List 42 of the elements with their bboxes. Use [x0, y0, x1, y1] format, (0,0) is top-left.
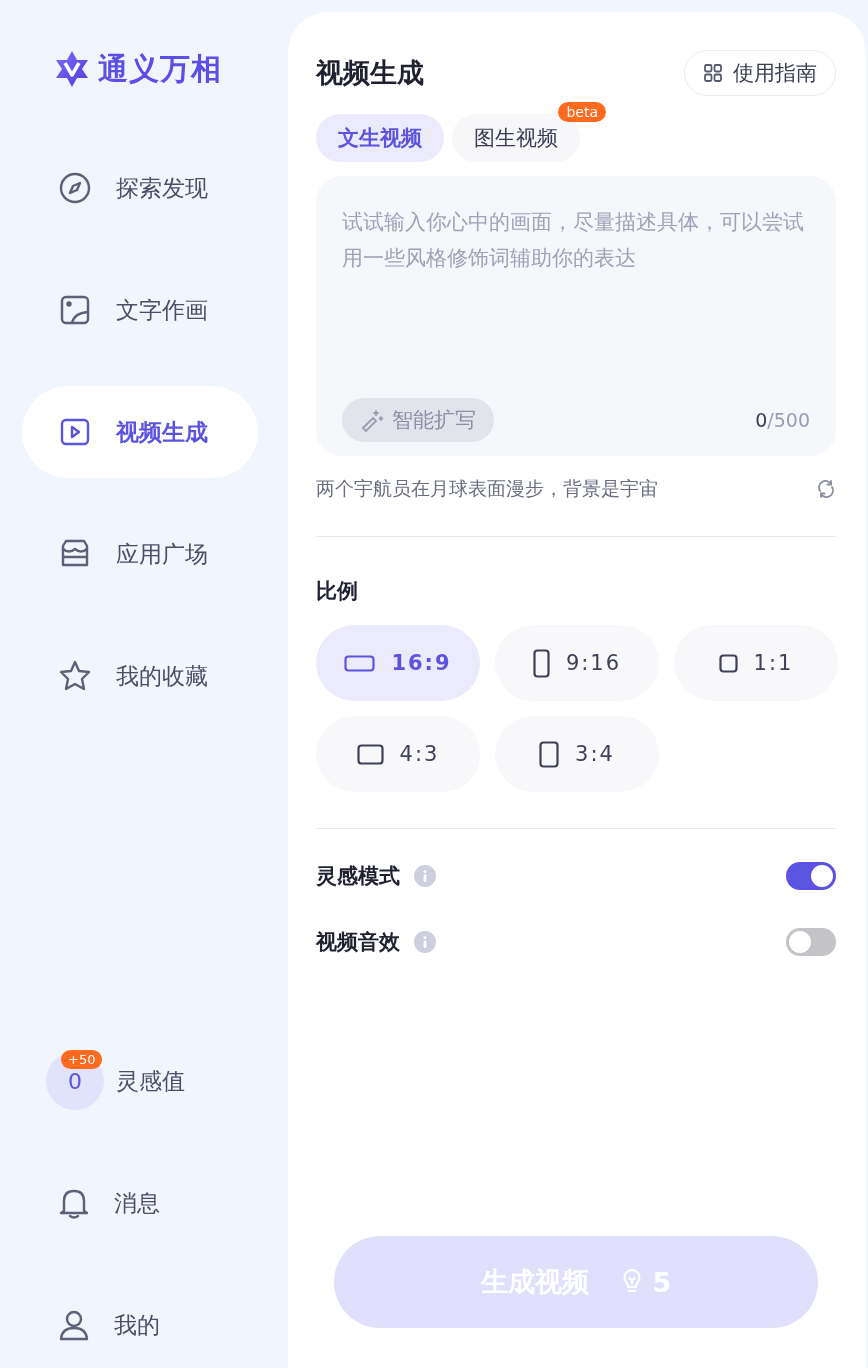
nav-item[interactable]: 探索发现 [22, 142, 258, 234]
bonus-badge: +50 [61, 1050, 103, 1069]
nav-item[interactable]: 消息 [0, 1163, 288, 1243]
logo-text: 通义万相 [98, 49, 222, 88]
lightbulb-icon [620, 1269, 643, 1295]
section-heading: 比例 [316, 578, 359, 605]
user-icon [58, 1308, 90, 1342]
aspect-rect-icon [356, 743, 384, 765]
aspect-rect-icon [539, 740, 560, 768]
ratio-option[interactable]: 4:3 [316, 716, 480, 792]
setting-label: 灵感模式 [316, 863, 400, 890]
ratio-option[interactable]: 1:1 [674, 625, 838, 701]
compass-icon [58, 171, 92, 205]
prompt-field[interactable]: 试试输入你心中的画面，尽量描述具体，可以尝试用一些风格修饰词辅助你的表达 智能扩写 0/500 [316, 176, 836, 456]
nav-item[interactable]: 我的收藏 [22, 630, 258, 722]
page-title: 视频生成 [316, 56, 424, 90]
toggle-switch[interactable] [786, 862, 836, 890]
grid-icon [703, 63, 723, 83]
nav-item[interactable]: 视频生成 [22, 386, 258, 478]
nav-item[interactable]: 我的 [0, 1285, 288, 1365]
image-icon [58, 293, 92, 327]
mode-tab[interactable]: 文生视频 [316, 114, 444, 162]
star-icon [58, 659, 92, 693]
info-icon[interactable] [414, 931, 436, 953]
aspect-rect-icon [532, 648, 550, 678]
aspect-rect-icon [344, 654, 376, 672]
toggle-switch[interactable] [786, 928, 836, 956]
nav-item[interactable]: 应用广场 [22, 508, 258, 600]
ratio-option[interactable]: 3:4 [495, 716, 659, 792]
aspect-rect-icon [718, 653, 738, 673]
prompt-suggestion[interactable]: 两个宇航员在月球表面漫步，背景是宇宙 [316, 476, 658, 502]
setting-label: 视频音效 [316, 929, 400, 956]
char-counter: 0/500 [755, 409, 810, 431]
nav-item[interactable]: 文字作画 [22, 264, 258, 356]
ratio-option[interactable]: 9:16 [495, 625, 659, 701]
ratio-option[interactable]: 16:9 [316, 625, 480, 701]
magic-wand-icon [360, 408, 384, 432]
guide-button[interactable]: 使用指南 [684, 50, 836, 96]
credits-label: 灵感值 [116, 1066, 185, 1096]
info-icon[interactable] [414, 865, 436, 887]
beta-badge: beta [558, 102, 606, 122]
refresh-icon[interactable] [816, 479, 836, 499]
